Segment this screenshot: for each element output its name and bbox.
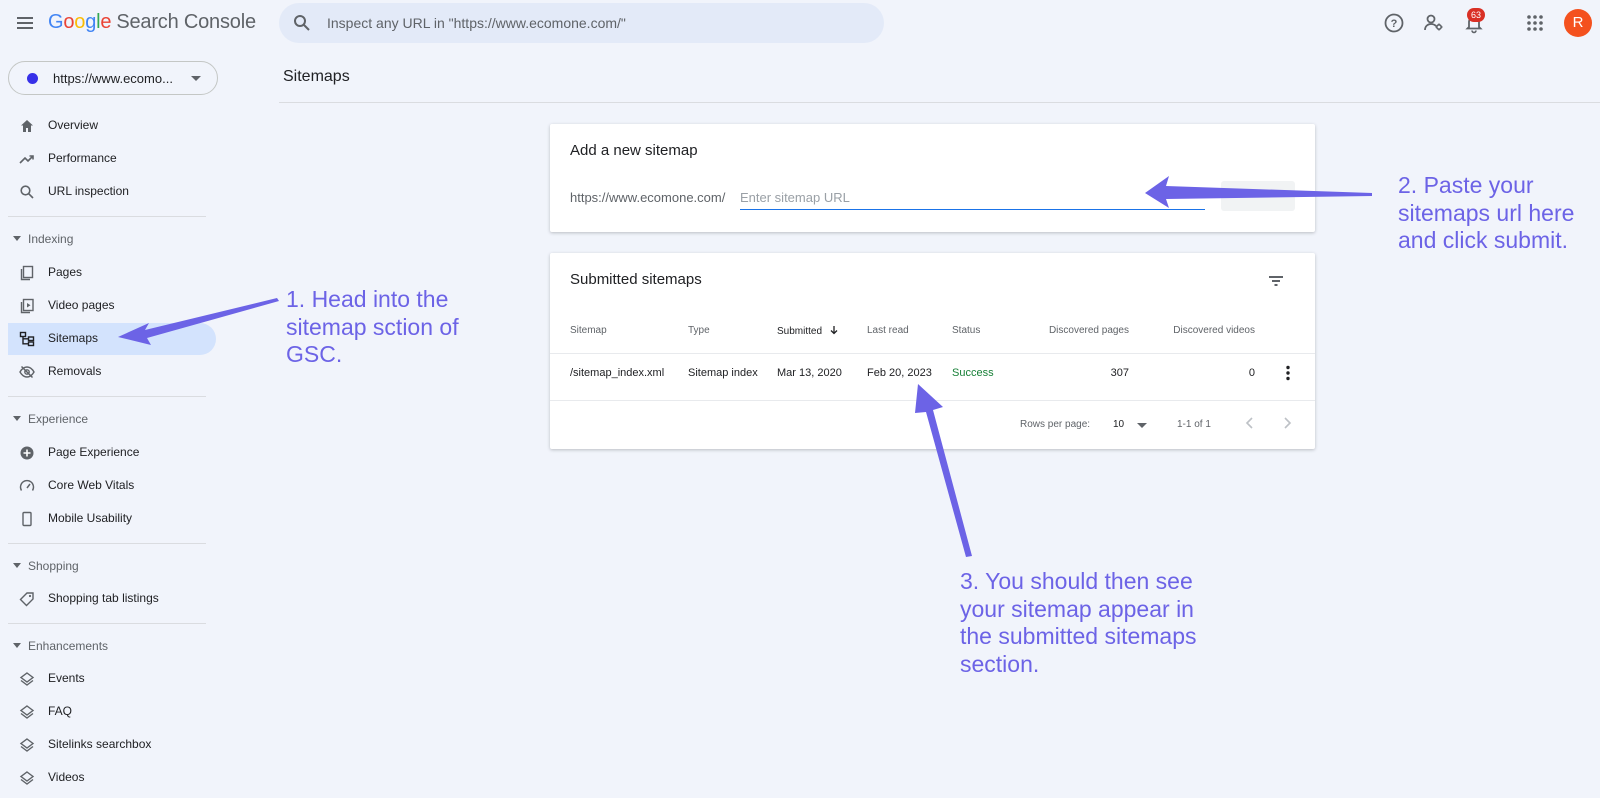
tag-icon bbox=[19, 592, 34, 607]
sidebar-divider bbox=[8, 623, 206, 624]
account-avatar[interactable]: R bbox=[1564, 9, 1592, 37]
sort-arrow-down-icon bbox=[830, 326, 838, 335]
sitemap-url-input[interactable] bbox=[740, 186, 1205, 210]
table-row-divider bbox=[550, 400, 1315, 401]
collapse-triangle-icon bbox=[13, 563, 21, 568]
sidebar-item-shopping-tab-listings[interactable]: Shopping tab listings bbox=[8, 583, 216, 615]
manage-users-icon[interactable] bbox=[1423, 12, 1445, 34]
layers-icon bbox=[19, 705, 35, 719]
layers-icon bbox=[19, 738, 35, 752]
sidebar-item-core-web-vitals[interactable]: Core Web Vitals bbox=[8, 470, 216, 502]
trending-icon bbox=[19, 155, 34, 164]
sidebar-item-faq[interactable]: FAQ bbox=[8, 696, 216, 728]
page-title: Sitemaps bbox=[283, 68, 350, 85]
rows-per-page-select[interactable]: 10 bbox=[1113, 419, 1124, 430]
collapse-triangle-icon bbox=[13, 236, 21, 241]
search-console-logo[interactable]: Google Search Console bbox=[48, 11, 256, 34]
sidebar-item-overview[interactable]: Overview bbox=[8, 110, 216, 142]
apps-grid-icon[interactable] bbox=[1524, 12, 1546, 34]
column-header-discovered-videos[interactable]: Discovered videos bbox=[1173, 325, 1255, 336]
add-sitemap-card: Add a new sitemap https://www.ecomone.co… bbox=[550, 124, 1315, 232]
submitted-sitemaps-card: Submitted sitemaps Sitemap Type Submitte… bbox=[550, 253, 1315, 449]
cell-type: Sitemap index bbox=[688, 367, 758, 379]
column-header-sitemap[interactable]: Sitemap bbox=[570, 325, 607, 336]
sidebar-item-videos[interactable]: Videos bbox=[8, 762, 216, 794]
product-name: Search Console bbox=[116, 11, 256, 33]
cell-discovered-videos: 0 bbox=[1248, 367, 1255, 379]
chevron-right-icon[interactable] bbox=[1279, 415, 1295, 431]
sidebar-item-performance[interactable]: Performance bbox=[8, 143, 216, 175]
dropdown-caret-icon bbox=[191, 76, 201, 81]
sidebar-item-page-experience[interactable]: Page Experience bbox=[8, 437, 216, 469]
video-icon bbox=[20, 298, 34, 314]
column-header-status[interactable]: Status bbox=[952, 325, 980, 336]
sitemap-icon bbox=[19, 331, 35, 347]
eye-off-icon bbox=[19, 365, 35, 379]
sidebar-item-events[interactable]: Events bbox=[8, 663, 216, 695]
sidebar-item-mobile-usability[interactable]: Mobile Usability bbox=[8, 503, 216, 535]
sidebar-divider bbox=[8, 396, 206, 397]
sidebar-divider bbox=[8, 216, 206, 217]
title-divider bbox=[279, 102, 1600, 103]
submit-button[interactable] bbox=[1221, 181, 1295, 211]
sidebar-item-video-pages[interactable]: Video pages bbox=[8, 290, 216, 322]
table-header-divider bbox=[550, 353, 1315, 354]
help-icon[interactable]: ? bbox=[1383, 12, 1405, 34]
column-header-last-read[interactable]: Last read bbox=[867, 325, 909, 336]
column-header-submitted[interactable]: Submitted bbox=[777, 325, 839, 337]
svg-text:?: ? bbox=[1391, 18, 1398, 30]
property-url: https://www.ecomo... bbox=[53, 71, 173, 86]
pagination-range: 1-1 of 1 bbox=[1177, 419, 1211, 430]
rows-per-page-caret-icon[interactable] bbox=[1137, 423, 1147, 428]
search-input[interactable] bbox=[327, 3, 867, 43]
plus-circle-icon bbox=[20, 446, 34, 460]
layers-icon bbox=[19, 771, 35, 785]
rows-per-page-label: Rows per page: bbox=[1020, 419, 1091, 430]
gauge-icon bbox=[19, 479, 35, 491]
cell-last-read: Feb 20, 2023 bbox=[867, 367, 932, 379]
cell-discovered-pages: 307 bbox=[1110, 367, 1129, 379]
filter-icon[interactable] bbox=[1264, 269, 1288, 293]
sidebar-item-removals[interactable]: Removals bbox=[8, 356, 216, 388]
property-selector[interactable]: https://www.ecomo... bbox=[8, 61, 218, 95]
add-sitemap-title: Add a new sitemap bbox=[570, 142, 698, 159]
collapse-triangle-icon bbox=[13, 643, 21, 648]
notification-count-badge: 63 bbox=[1467, 8, 1485, 22]
search-icon bbox=[20, 185, 34, 199]
chevron-left-icon[interactable] bbox=[1242, 415, 1258, 431]
column-header-type[interactable]: Type bbox=[688, 325, 710, 336]
home-icon bbox=[21, 120, 33, 132]
sitemap-url-prefix: https://www.ecomone.com/ bbox=[570, 190, 726, 205]
more-vert-icon[interactable] bbox=[1278, 363, 1298, 383]
top-bar: GoogleSearch Console ? 63 R bbox=[0, 0, 1600, 46]
annotation-step-2: 2. Paste your sitemaps url here and clic… bbox=[1398, 172, 1575, 253]
sidebar-divider bbox=[8, 543, 206, 544]
collapse-triangle-icon bbox=[13, 416, 21, 421]
sidebar-item-sitemaps[interactable]: Sitemaps bbox=[8, 323, 216, 355]
pages-icon bbox=[20, 265, 34, 281]
submitted-sitemaps-title: Submitted sitemaps bbox=[570, 271, 702, 288]
cell-status: Success bbox=[952, 367, 994, 379]
property-favicon-icon bbox=[27, 73, 38, 84]
annotation-step-3: 3. You should then see your sitemap appe… bbox=[960, 568, 1197, 677]
sidebar-item-sitelinks-searchbox[interactable]: Sitelinks searchbox bbox=[8, 729, 216, 761]
sidebar-item-pages[interactable]: Pages bbox=[8, 257, 216, 289]
layers-icon bbox=[19, 672, 35, 686]
menu-icon[interactable] bbox=[15, 13, 35, 33]
phone-icon bbox=[22, 511, 32, 527]
cell-sitemap: /sitemap_index.xml bbox=[570, 367, 665, 379]
sidebar-item-url-inspection[interactable]: URL inspection bbox=[8, 176, 216, 208]
annotation-step-1: 1. Head into the sitemap sction of GSC. bbox=[286, 286, 459, 367]
cell-submitted: Mar 13, 2020 bbox=[777, 367, 842, 379]
search-icon bbox=[294, 15, 310, 31]
column-header-discovered-pages[interactable]: Discovered pages bbox=[1049, 325, 1129, 336]
url-inspection-search[interactable] bbox=[279, 3, 884, 43]
